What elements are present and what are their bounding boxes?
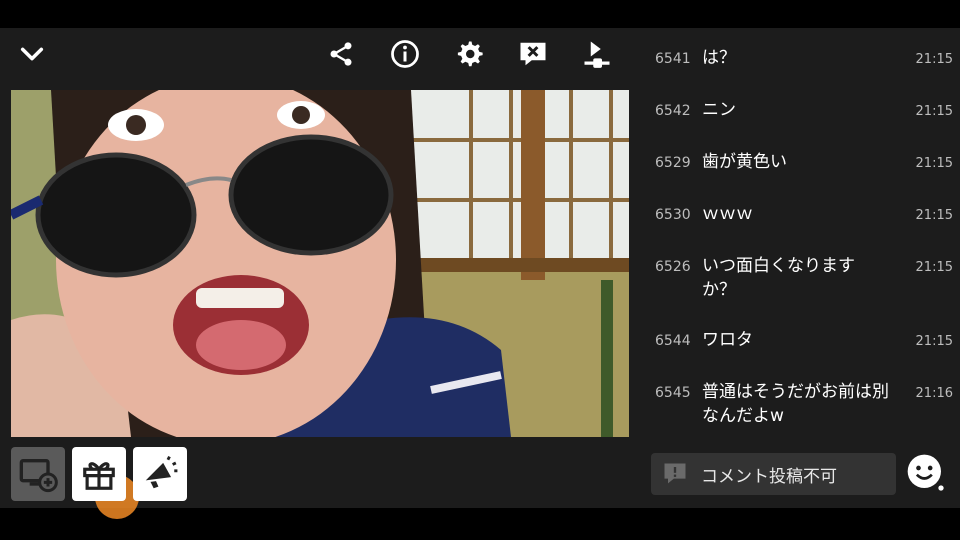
collapse-button[interactable]: [14, 36, 50, 72]
info-icon: [391, 40, 419, 68]
skip-icon: [584, 41, 610, 68]
message-number: 6545: [655, 385, 691, 401]
message-time: 21:15: [915, 208, 953, 223]
message-time: 21:15: [915, 260, 953, 275]
message-number: 6544: [655, 333, 691, 349]
info-button[interactable]: [387, 36, 423, 72]
comment-input-bar[interactable]: コメント投稿不可: [651, 453, 896, 495]
screen-add-button[interactable]: [11, 447, 65, 501]
comment-disabled-label: コメント投稿不可: [701, 466, 837, 487]
message-number: 6529: [655, 155, 691, 171]
message-text: いつ面白くなりますか？: [702, 256, 855, 300]
gear-icon: [457, 41, 483, 67]
message-number: 6541: [655, 51, 691, 67]
message-text: 歯が黄色い: [702, 152, 787, 172]
chat-panel: 6541 は？ 21:15 6542 ニン 21:15 6529 歯が黄色い 2…: [645, 28, 960, 448]
megaphone-icon: [145, 455, 178, 489]
comment-disabled-icon: [664, 463, 686, 484]
message-time: 21:15: [915, 156, 953, 171]
message-time: 21:16: [915, 386, 953, 401]
share-button[interactable]: [323, 36, 359, 72]
message-text: ワロタ: [702, 330, 753, 350]
message-text: は？: [702, 48, 736, 68]
message-time: 21:15: [915, 52, 953, 67]
gift-button[interactable]: [72, 447, 126, 501]
video-image: [11, 90, 629, 437]
message-text: ｗｗｗ: [702, 204, 753, 224]
message-number: 6526: [655, 259, 691, 275]
message-text: 普通はそうだがお前は別なんだよw: [702, 382, 889, 426]
skip-button[interactable]: [579, 36, 615, 72]
comment-off-icon: [520, 42, 546, 66]
message-text: ニン: [702, 100, 736, 120]
message-number: 6530: [655, 207, 691, 223]
comment-toggle-button[interactable]: [515, 36, 551, 72]
smiley-icon: [907, 454, 944, 491]
share-icon: [330, 42, 352, 66]
message-time: 21:15: [915, 334, 953, 349]
player-toolbar: [0, 28, 640, 80]
message-time: 21:15: [915, 104, 953, 119]
gift-icon: [83, 462, 115, 490]
chevron-down-icon: [20, 47, 44, 61]
screen-add-icon: [19, 459, 58, 493]
video-frame[interactable]: [11, 90, 629, 437]
player-screen: 6541 は？ 21:15 6542 ニン 21:15 6529 歯が黄色い 2…: [0, 28, 960, 519]
megaphone-button[interactable]: [133, 447, 187, 501]
settings-button[interactable]: [451, 36, 487, 72]
emoji-button[interactable]: [906, 453, 946, 493]
message-number: 6542: [655, 103, 691, 119]
